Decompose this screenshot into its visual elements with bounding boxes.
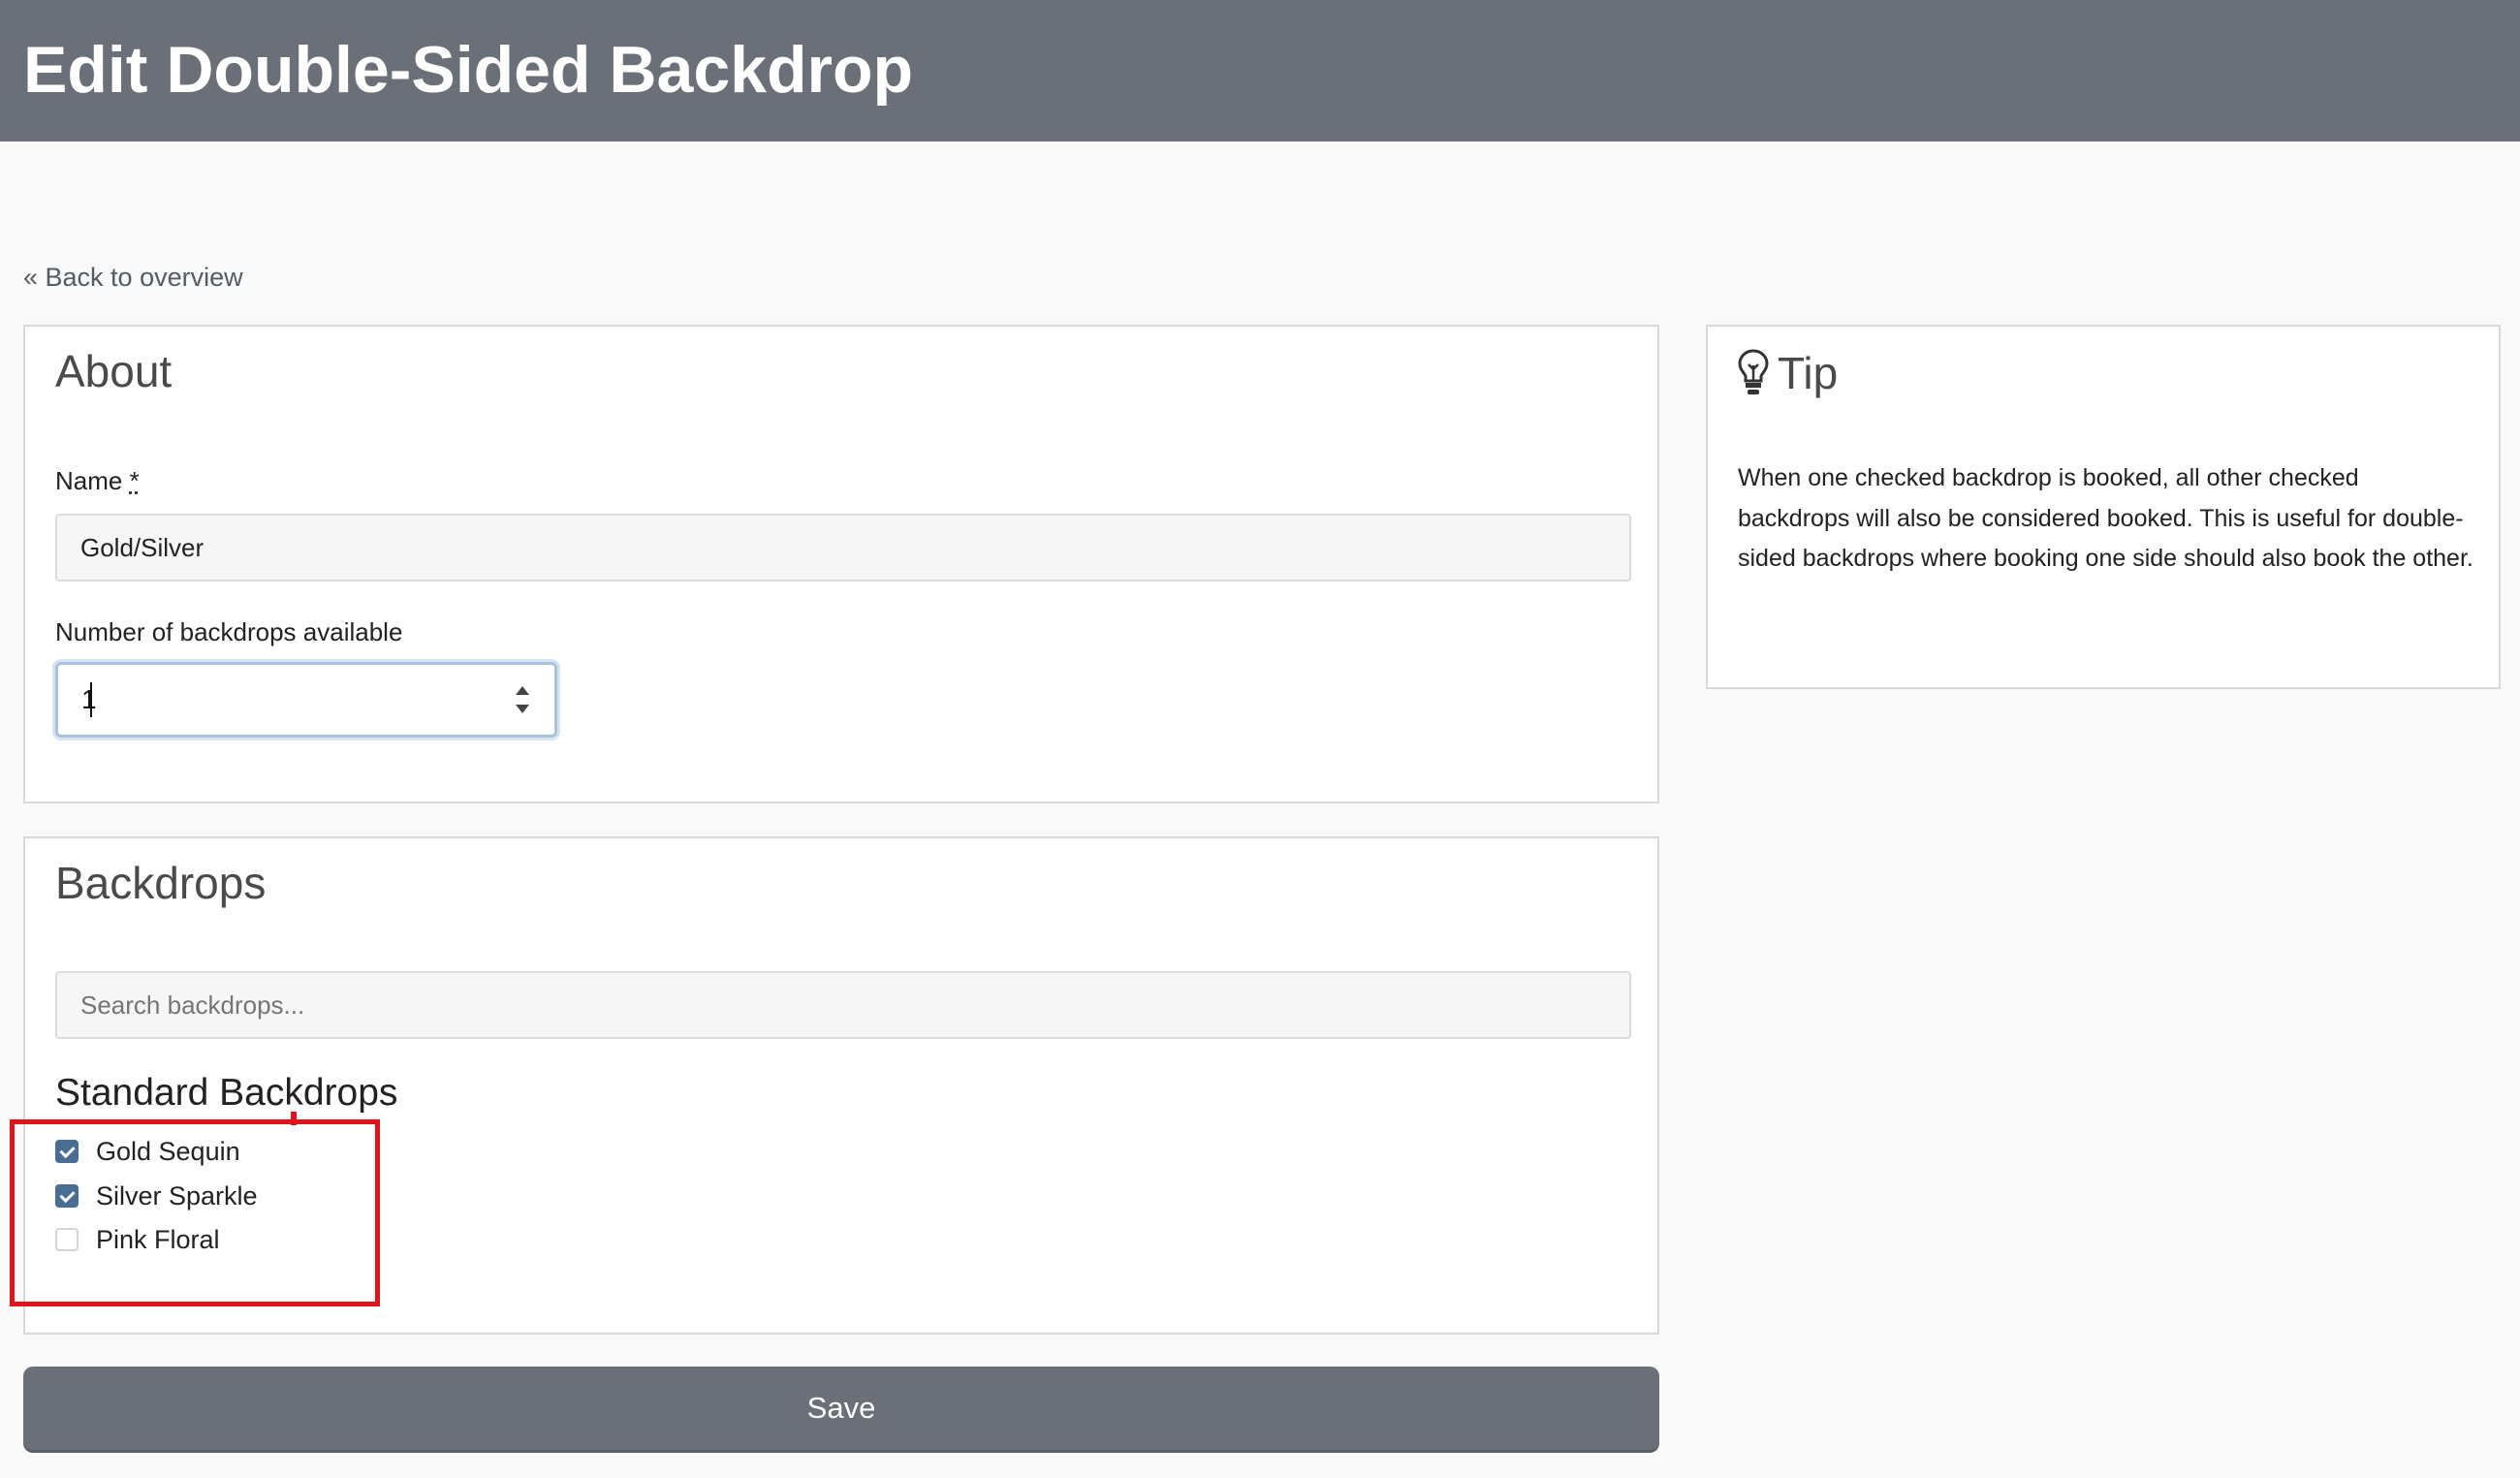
name-field[interactable] — [55, 514, 1631, 582]
about-panel: About Name * Number of backdrops availab… — [23, 325, 1659, 803]
annotation-marker — [291, 1112, 297, 1125]
page-header: Edit Double-Sided Backdrop — [0, 0, 2520, 142]
tip-text: When one checked backdrop is booked, all… — [1738, 464, 2473, 572]
search-backdrops-input[interactable] — [55, 971, 1631, 1039]
backdrop-count-input[interactable]: 1 — [55, 662, 557, 738]
back-to-overview-link[interactable]: « Back to overview — [23, 260, 243, 295]
page-title: Edit Double-Sided Backdrop — [23, 33, 914, 107]
tip-panel: Tip When one checked backdrop is booked,… — [1706, 325, 2501, 689]
standard-backdrops-heading: Standard Backdrops — [55, 1072, 398, 1114]
name-label: Name * — [55, 464, 140, 497]
save-button[interactable]: Save — [23, 1367, 1659, 1450]
tip-title: Tip — [1778, 348, 1839, 398]
count-label: Number of backdrops available — [55, 617, 403, 646]
lightbulb-icon — [1738, 349, 1769, 394]
number-stepper[interactable] — [512, 684, 533, 717]
required-marker: * — [129, 466, 140, 495]
backdrop-count-value: 1 — [81, 684, 97, 714]
annotation-highlight-box — [10, 1119, 380, 1306]
about-title: About — [55, 346, 173, 396]
backdrops-title: Backdrops — [55, 858, 267, 908]
stepper-down-icon[interactable] — [516, 705, 529, 713]
stepper-up-icon[interactable] — [516, 686, 529, 695]
name-label-text: Name — [55, 466, 123, 495]
text-caret — [90, 682, 92, 717]
